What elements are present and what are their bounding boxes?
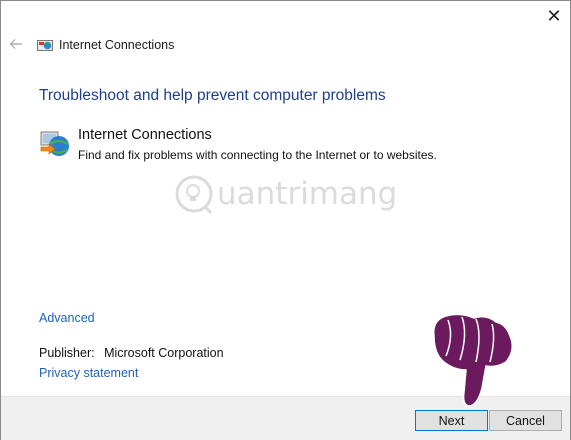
publisher-label: Publisher: xyxy=(39,346,95,360)
globe-network-icon xyxy=(40,131,69,156)
button-bar: Next Cancel xyxy=(1,396,570,440)
cancel-button[interactable]: Cancel xyxy=(489,410,562,431)
close-icon: ✕ xyxy=(546,5,562,26)
page-heading: Troubleshoot and help prevent computer p… xyxy=(39,87,386,104)
internet-connections-small-icon xyxy=(37,40,53,51)
privacy-statement-link[interactable]: Privacy statement xyxy=(39,366,138,380)
window-title: Internet Connections xyxy=(59,38,175,52)
advanced-link[interactable]: Advanced xyxy=(39,311,95,325)
back-button[interactable] xyxy=(7,33,25,55)
close-button[interactable]: ✕ xyxy=(538,1,570,31)
watermark-text: uantrimang xyxy=(217,176,398,212)
troubleshooter-title: Internet Connections xyxy=(78,127,212,143)
troubleshooter-description: Find and fix problems with connecting to… xyxy=(78,148,437,162)
title-bar: Internet Connections xyxy=(1,31,570,61)
watermark-logo: uantrimang xyxy=(173,169,398,219)
troubleshooter-window: ✕ Internet Connections Troubleshoot and … xyxy=(0,0,571,440)
back-arrow-icon xyxy=(9,39,22,49)
next-button[interactable]: Next xyxy=(415,410,488,431)
lightbulb-logo-icon xyxy=(175,175,213,215)
publisher-info: Publisher: Microsoft Corporation xyxy=(39,346,224,360)
publisher-value: Microsoft Corporation xyxy=(104,346,224,360)
